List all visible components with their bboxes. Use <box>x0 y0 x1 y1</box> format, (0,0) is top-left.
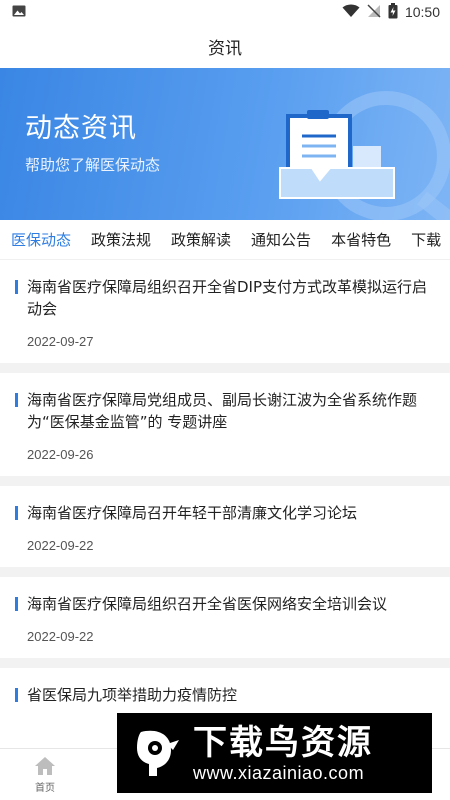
divider <box>0 476 450 486</box>
tab-medical-news[interactable]: 医保动态 <box>11 223 71 256</box>
accent-bar <box>15 393 18 407</box>
accent-bar <box>15 597 18 611</box>
divider <box>0 658 450 668</box>
nav-home[interactable]: 首页 <box>0 749 90 800</box>
status-bar: 10:50 <box>0 0 450 24</box>
news-item[interactable]: 海南省医疗保障局党组成员、副局长谢江波为全省系统作题为“医保基金监管”的 专题讲… <box>0 373 450 476</box>
no-signal-icon <box>367 3 381 21</box>
banner-subtitle: 帮助您了解医保动态 <box>25 156 161 174</box>
divider <box>0 567 450 577</box>
watermark: 下载鸟资源 www.xiazainiao.com <box>117 713 432 793</box>
news-title: 省医保局九项举措助力疫情防控 <box>27 686 238 704</box>
image-notification-icon <box>12 4 26 20</box>
watermark-brand: 下载鸟资源 <box>193 722 373 763</box>
page-title: 资讯 <box>208 38 242 59</box>
home-icon <box>35 756 55 775</box>
tab-downloads[interactable]: 下载 <box>411 223 441 256</box>
tab-provincial-features[interactable]: 本省特色 <box>331 223 391 256</box>
news-title: 海南省医疗保障局召开年轻干部清廉文化学习论坛 <box>27 504 358 522</box>
accent-bar <box>15 506 18 520</box>
clock-time: 10:50 <box>404 4 440 20</box>
tab-policies-regulations[interactable]: 政策法规 <box>91 223 151 256</box>
bird-logo-icon <box>127 724 185 782</box>
news-title: 海南省医疗保障局组织召开全省DIP支付方式改革模拟运行启动会 <box>27 278 428 318</box>
news-list: 海南省医疗保障局组织召开全省DIP支付方式改革模拟运行启动会 2022-09-2… <box>0 260 450 720</box>
battery-charging-icon <box>388 2 398 22</box>
news-item[interactable]: 海南省医疗保障局组织召开全省医保网络安全培训会议 2022-09-22 <box>0 577 450 658</box>
news-item[interactable]: 海南省医疗保障局组织召开全省DIP支付方式改革模拟运行启动会 2022-09-2… <box>0 260 450 363</box>
document-tray-illustration <box>279 91 450 220</box>
news-title: 海南省医疗保障局党组成员、副局长谢江波为全省系统作题为“医保基金监管”的 专题讲… <box>27 391 418 431</box>
accent-bar <box>15 280 18 294</box>
title-bar: 资讯 <box>0 24 450 68</box>
banner-title: 动态资讯 <box>25 113 137 144</box>
watermark-url: www.xiazainiao.com <box>193 762 365 783</box>
news-title: 海南省医疗保障局组织召开全省医保网络安全培训会议 <box>27 595 388 613</box>
news-date: 2022-09-22 <box>27 538 94 553</box>
tab-notices[interactable]: 通知公告 <box>251 223 311 256</box>
accent-bar <box>15 688 18 702</box>
tab-policy-interpretation[interactable]: 政策解读 <box>171 223 231 256</box>
news-date: 2022-09-27 <box>27 334 94 349</box>
news-date: 2022-09-26 <box>27 447 94 462</box>
nav-home-label: 首页 <box>35 782 55 794</box>
news-date: 2022-09-22 <box>27 629 94 644</box>
banner: 动态资讯 帮助您了解医保动态 <box>0 68 450 220</box>
category-tabs: 医保动态 政策法规 政策解读 通知公告 本省特色 下载 <box>0 220 450 260</box>
wifi-icon <box>342 4 360 21</box>
news-item[interactable]: 海南省医疗保障局召开年轻干部清廉文化学习论坛 2022-09-22 <box>0 486 450 567</box>
divider <box>0 363 450 373</box>
